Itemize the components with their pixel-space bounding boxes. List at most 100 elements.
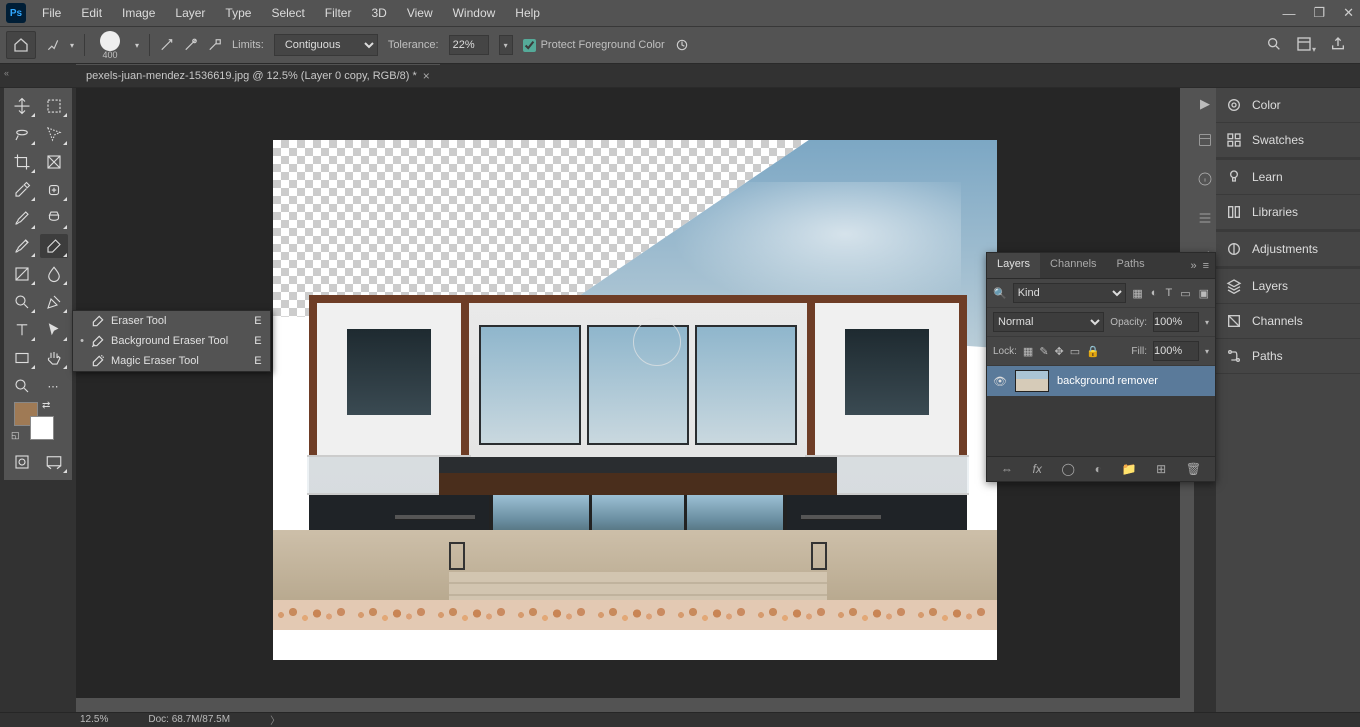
healing-tool[interactable] (40, 178, 68, 202)
mask-icon[interactable]: ◯ (1062, 462, 1075, 476)
hand-tool[interactable] (40, 346, 68, 370)
layer-visibility-icon[interactable]: 👁 (993, 375, 1007, 388)
tab-libraries[interactable]: Libraries (1216, 195, 1360, 230)
tab-layers[interactable]: Layers (1216, 269, 1360, 304)
layer-thumbnail[interactable] (1015, 370, 1049, 392)
filter-shape-icon[interactable]: ▭ (1180, 287, 1190, 300)
flyout-eraser[interactable]: Eraser Tool E (73, 311, 270, 331)
properties-icon[interactable] (1197, 210, 1213, 229)
home-button[interactable] (6, 31, 36, 59)
tool-preset-icon[interactable] (46, 38, 60, 52)
crop-tool[interactable] (8, 150, 36, 174)
menu-help[interactable]: Help (505, 0, 550, 26)
frame-tool[interactable] (40, 150, 68, 174)
window-minimize[interactable]: — (1282, 6, 1295, 21)
menu-type[interactable]: Type (215, 0, 261, 26)
move-tool[interactable] (8, 94, 36, 118)
pressure-icon[interactable] (675, 38, 689, 52)
lock-all-icon[interactable]: 🔒 (1086, 345, 1100, 358)
limits-select[interactable]: Contiguous (274, 34, 378, 56)
lock-pixels-icon[interactable]: ✎ (1039, 345, 1048, 358)
trash-icon[interactable]: 🗑 (1186, 462, 1201, 476)
menu-image[interactable]: Image (112, 0, 165, 26)
quick-select-tool[interactable] (40, 122, 68, 146)
type-tool[interactable] (8, 318, 36, 342)
quick-mask-tool[interactable] (8, 450, 36, 474)
tab-paths[interactable]: Paths (1216, 339, 1360, 374)
tool-preset-chevron[interactable]: ▾ (70, 41, 74, 50)
filter-search-icon[interactable]: 🔍 (993, 287, 1007, 300)
collapse-handle[interactable]: « (4, 68, 9, 78)
color-swatches[interactable]: ◱ ⇄ (4, 400, 72, 448)
sampling-continuous-icon[interactable] (160, 38, 174, 52)
sampling-swatch-icon[interactable] (208, 38, 222, 52)
fill-chevron[interactable]: ▾ (1205, 347, 1209, 356)
group-icon[interactable]: 📁 (1122, 462, 1137, 476)
blur-tool[interactable] (40, 262, 68, 286)
fx-icon[interactable]: fx (1033, 462, 1042, 476)
tab-learn[interactable]: Learn (1216, 160, 1360, 195)
swap-colors-icon[interactable]: ⇄ (42, 400, 50, 411)
filter-smart-icon[interactable]: ▣ (1199, 287, 1209, 300)
screen-mode-tool[interactable] (40, 450, 68, 474)
path-select-tool[interactable] (40, 318, 68, 342)
opacity-input[interactable] (1153, 312, 1199, 332)
clone-stamp-tool[interactable] (40, 206, 68, 230)
layer-name[interactable]: background remover (1057, 375, 1158, 387)
lock-artboard-icon[interactable]: ▭ (1070, 345, 1080, 358)
menu-file[interactable]: File (32, 0, 71, 26)
tolerance-chevron[interactable]: ▾ (499, 35, 513, 55)
brush-preset-chevron[interactable]: ▾ (135, 41, 139, 50)
collapse-icon[interactable]: » (1190, 260, 1196, 272)
document-tab[interactable]: pexels-juan-mendez-1536619.jpg @ 12.5% (… (76, 64, 440, 87)
pen-tool[interactable] (40, 290, 68, 314)
brush-preview[interactable]: 400 (95, 30, 125, 60)
filter-kind-select[interactable]: Kind (1013, 283, 1127, 303)
zoom-tool[interactable] (8, 374, 36, 398)
default-colors-icon[interactable]: ◱ (11, 430, 20, 441)
tab-adjustments[interactable]: Adjustments (1216, 232, 1360, 267)
flyout-bg-eraser[interactable]: • Background Eraser Tool E (73, 331, 270, 351)
menu-layer[interactable]: Layer (165, 0, 215, 26)
share-icon[interactable] (1330, 36, 1346, 55)
tab-channels[interactable]: Channels (1216, 304, 1360, 339)
paths-tab[interactable]: Paths (1107, 253, 1155, 278)
doc-size-readout[interactable]: Doc: 68.7M/87.5M (148, 714, 230, 725)
tab-color[interactable]: Color (1216, 88, 1360, 123)
rectangle-tool[interactable] (8, 346, 36, 370)
filter-type-icon[interactable]: T (1165, 287, 1172, 300)
workspace-switcher[interactable]: ▾ (1296, 36, 1316, 55)
link-layers-icon[interactable]: ⇔ (1001, 462, 1013, 476)
menu-filter[interactable]: Filter (315, 0, 362, 26)
lock-position-icon[interactable]: ✥ (1055, 345, 1064, 358)
window-close[interactable]: ✕ (1343, 5, 1354, 21)
info-icon[interactable] (1197, 171, 1213, 190)
status-caret[interactable]: 〉 (270, 712, 280, 727)
play-icon[interactable]: ▶ (1200, 96, 1210, 112)
close-tab-icon[interactable]: × (423, 69, 430, 83)
brush-tool[interactable] (8, 206, 36, 230)
adjustment-layer-icon[interactable]: ◐ (1095, 462, 1102, 476)
lock-transparency-icon[interactable]: ▦ (1023, 345, 1033, 358)
tab-swatches[interactable]: Swatches (1216, 123, 1360, 158)
layers-tab[interactable]: Layers (987, 253, 1040, 278)
menu-3d[interactable]: 3D (361, 0, 396, 26)
filter-adjust-icon[interactable]: ◐ (1151, 287, 1158, 300)
marquee-tool[interactable] (40, 94, 68, 118)
sampling-once-icon[interactable] (184, 38, 198, 52)
tolerance-input[interactable] (449, 35, 489, 55)
dodge-tool[interactable] (8, 290, 36, 314)
panel-menu-icon[interactable]: ≡ (1203, 260, 1209, 272)
background-color[interactable] (30, 416, 54, 440)
new-layer-icon[interactable]: ⊞ (1156, 462, 1166, 476)
menu-window[interactable]: Window (443, 0, 506, 26)
menu-edit[interactable]: Edit (71, 0, 112, 26)
opacity-chevron[interactable]: ▾ (1205, 318, 1209, 327)
protect-fg-checkbox[interactable]: Protect Foreground Color (523, 39, 665, 52)
search-icon[interactable] (1266, 36, 1282, 55)
layer-item[interactable]: 👁 background remover (987, 366, 1215, 396)
eyedropper-tool[interactable] (8, 178, 36, 202)
gradient-tool[interactable] (8, 262, 36, 286)
blend-mode-select[interactable]: Normal (993, 312, 1104, 332)
edit-toolbar[interactable]: ⋯ (40, 374, 68, 398)
